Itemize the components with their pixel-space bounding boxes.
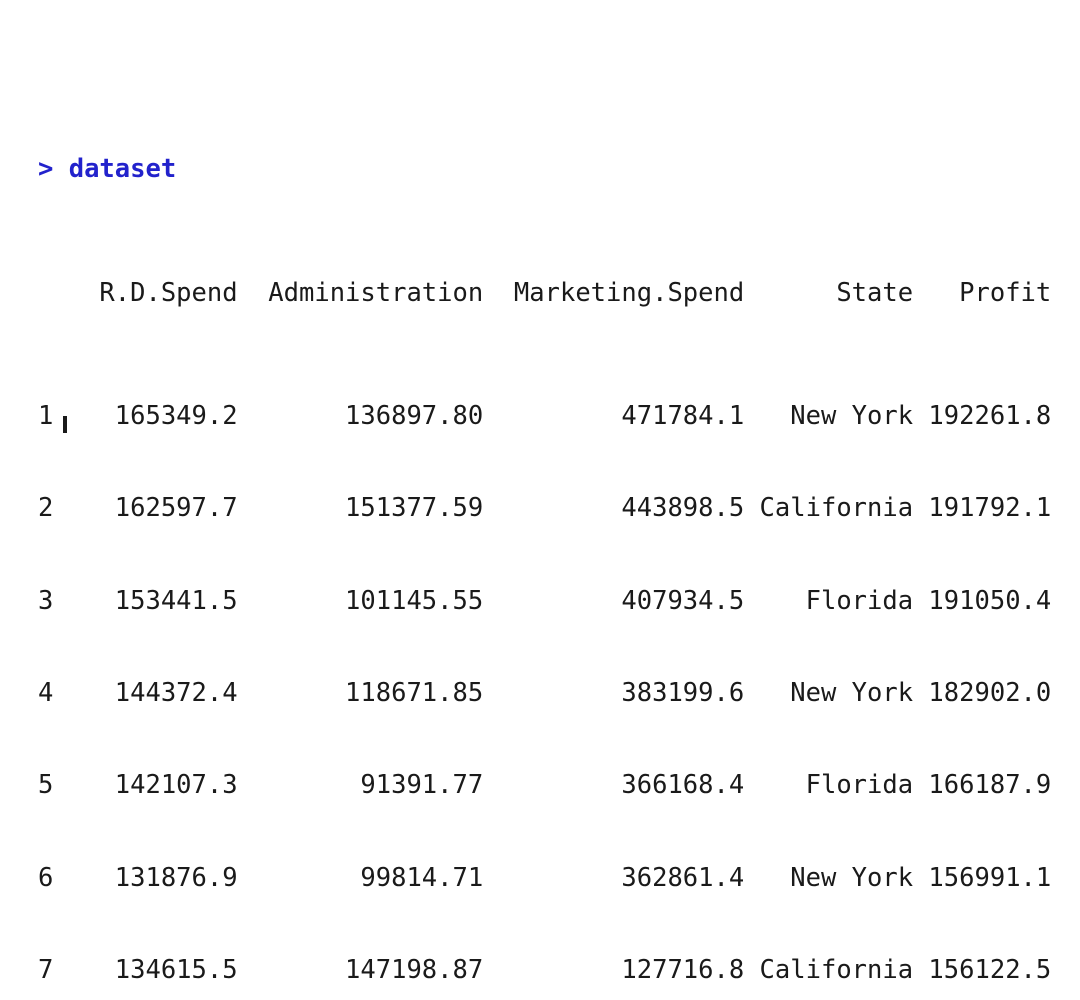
table-row: 4 144372.4 118671.85 383199.6 New York 1…	[38, 677, 1052, 708]
console-command: dataset	[68, 154, 177, 185]
table-row: 2 162597.7 151377.59 443898.5 California…	[38, 493, 1052, 524]
table-row: 5 142107.3 91391.77 366168.4 Florida 166…	[38, 770, 1052, 801]
r-console-output: > dataset R.D.Spend Administration Marke…	[0, 0, 1080, 985]
table-header-row: R.D.Spend Administration Marketing.Spend…	[38, 277, 1052, 308]
table-row: 6 131876.9 99814.71 362861.4 New York 15…	[38, 862, 1052, 893]
text-cursor-caret	[63, 416, 67, 433]
console-prompt-line: > dataset	[38, 154, 1051, 185]
table-row: 1 165349.2 136897.80 471784.1 New York 1…	[38, 400, 1052, 431]
table-row: 3 153441.5 101145.55 407934.5 Florida 19…	[38, 585, 1052, 616]
prompt-symbol: >	[38, 154, 54, 185]
console-text-block: > dataset R.D.Spend Administration Marke…	[38, 62, 1051, 1000]
table-row: 7 134615.5 147198.87 127716.8 California…	[38, 955, 1052, 986]
